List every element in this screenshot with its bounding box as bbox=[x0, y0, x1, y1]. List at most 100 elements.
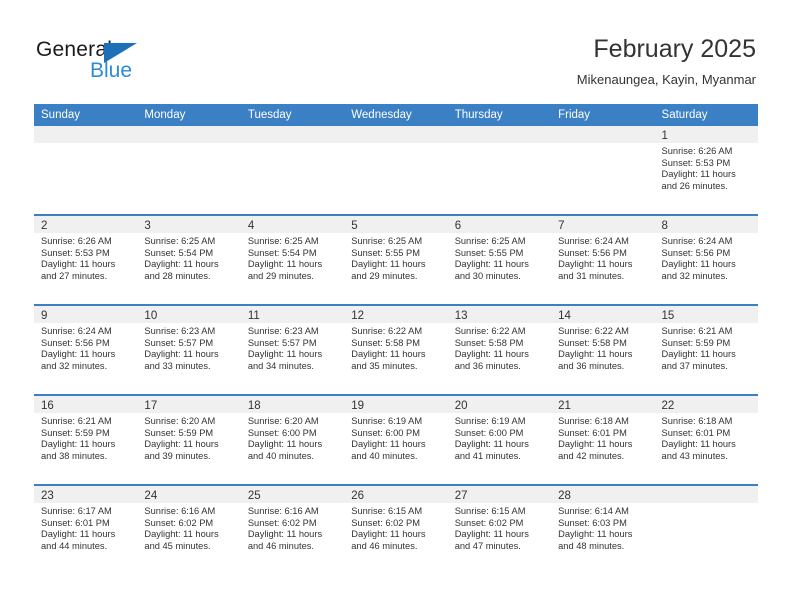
calendar-day-cell[interactable]: 9 Sunrise: 6:24 AM Sunset: 5:56 PM Daylight… bbox=[34, 306, 138, 394]
day-number-band bbox=[654, 486, 758, 503]
sunset-text: Sunset: 5:59 PM bbox=[41, 427, 110, 438]
calendar-day-cell-empty bbox=[137, 126, 241, 214]
calendar-day-cell[interactable]: 23 Sunrise: 6:17 AM Sunset: 6:01 PM Dayligh… bbox=[34, 486, 138, 574]
day-number-band: 13 bbox=[447, 306, 552, 323]
calendar-week-row: 16 Sunrise: 6:21 AM Sunset: 5:59 PM Dayligh… bbox=[34, 394, 758, 484]
calendar-day-cell[interactable]: 19 Sunrise: 6:19 AM Sunset: 6:00 PM Dayligh… bbox=[344, 396, 448, 484]
day-sun-info: Sunrise: 6:20 AM Sunset: 5:59 PM Daylight:… bbox=[137, 413, 240, 462]
weekday-header-row: Sunday Monday Tuesday Wednesday Thursday… bbox=[34, 104, 758, 126]
calendar-day-cell[interactable]: 10 Sunrise: 6:23 AM Sunset: 5:57 PM Dayligh… bbox=[137, 306, 241, 394]
calendar-day-cell[interactable]: 25 Sunrise: 6:16 AM Sunset: 6:02 PM Dayligh… bbox=[240, 486, 345, 574]
day-sun-info: Sunrise: 6:19 AM Sunset: 6:00 PM Daylight:… bbox=[448, 413, 551, 462]
day-number: 26 bbox=[351, 490, 365, 502]
daylight-text: Daylight: 11 hours and 31 minutes. bbox=[558, 259, 633, 281]
daylight-text: Daylight: 11 hours and 44 minutes. bbox=[41, 529, 116, 551]
calendar-day-cell[interactable]: 27 Sunrise: 6:15 AM Sunset: 6:02 PM Dayligh… bbox=[447, 486, 552, 574]
calendar-day-cell[interactable]: 8 Sunrise: 6:24 AM Sunset: 5:56 PM Daylight… bbox=[654, 216, 758, 304]
daylight-text: Daylight: 11 hours and 37 minutes. bbox=[661, 349, 736, 371]
day-sun-info: Sunrise: 6:23 AM Sunset: 5:57 PM Daylight:… bbox=[137, 323, 240, 372]
sunset-text: Sunset: 5:57 PM bbox=[247, 337, 317, 348]
sunset-text: Sunset: 5:54 PM bbox=[247, 247, 317, 258]
sunrise-text: Sunrise: 6:14 AM bbox=[558, 506, 629, 516]
day-number-band bbox=[240, 126, 345, 143]
day-number-band bbox=[34, 126, 138, 143]
day-sun-info: Sunrise: 6:24 AM Sunset: 5:56 PM Daylight:… bbox=[551, 233, 654, 282]
calendar-day-cell[interactable]: 20 Sunrise: 6:19 AM Sunset: 6:00 PM Dayligh… bbox=[447, 396, 552, 484]
calendar-day-cell-empty bbox=[447, 126, 552, 214]
daylight-text: Daylight: 11 hours and 41 minutes. bbox=[454, 439, 529, 461]
daylight-text: Daylight: 11 hours and 43 minutes. bbox=[661, 439, 736, 461]
day-number: 28 bbox=[558, 490, 571, 502]
sunset-text: Sunset: 6:02 PM bbox=[351, 517, 420, 528]
calendar-day-cell[interactable]: 28 Sunrise: 6:14 AM Sunset: 6:03 PM Dayligh… bbox=[551, 486, 655, 574]
sunset-text: Sunset: 6:01 PM bbox=[558, 427, 627, 438]
calendar-day-cell[interactable]: 13 Sunrise: 6:22 AM Sunset: 5:58 PM Dayligh… bbox=[447, 306, 552, 394]
day-sun-info: Sunrise: 6:25 AM Sunset: 5:55 PM Daylight:… bbox=[344, 233, 447, 282]
day-sun-info: Sunrise: 6:16 AM Sunset: 6:02 PM Daylight:… bbox=[241, 503, 344, 552]
daylight-text: Daylight: 11 hours and 45 minutes. bbox=[144, 529, 219, 551]
daylight-text: Daylight: 11 hours and 38 minutes. bbox=[41, 439, 116, 461]
sunrise-text: Sunrise: 6:26 AM bbox=[661, 146, 733, 156]
daylight-text: Daylight: 11 hours and 39 minutes. bbox=[144, 439, 219, 461]
day-number: 4 bbox=[247, 220, 255, 232]
calendar-day-cell[interactable]: 18 Sunrise: 6:20 AM Sunset: 6:00 PM Dayligh… bbox=[240, 396, 345, 484]
daylight-text: Daylight: 11 hours and 46 minutes. bbox=[351, 529, 426, 551]
sunrise-text: Sunrise: 6:20 AM bbox=[144, 416, 216, 426]
weekday-header-thursday: Thursday bbox=[454, 109, 503, 121]
title-block: February 2025 Mikenaungea, Kayin, Myanma… bbox=[577, 34, 756, 90]
sunset-text: Sunset: 5:59 PM bbox=[661, 337, 731, 348]
calendar-day-cell[interactable]: 6 Sunrise: 6:25 AM Sunset: 5:55 PM Daylight… bbox=[447, 216, 552, 304]
day-number-band: 12 bbox=[344, 306, 448, 323]
sunset-text: Sunset: 5:55 PM bbox=[454, 247, 524, 258]
day-number-band: 3 bbox=[137, 216, 241, 233]
day-number-band: 4 bbox=[240, 216, 345, 233]
calendar-day-cell[interactable]: 22 Sunrise: 6:18 AM Sunset: 6:01 PM Dayligh… bbox=[654, 396, 758, 484]
day-number: 21 bbox=[558, 400, 571, 412]
daylight-text: Daylight: 11 hours and 40 minutes. bbox=[247, 439, 323, 461]
day-number: 27 bbox=[454, 490, 468, 502]
sunset-text: Sunset: 5:53 PM bbox=[661, 157, 731, 168]
day-sun-info: Sunrise: 6:22 AM Sunset: 5:58 PM Daylight:… bbox=[551, 323, 654, 372]
day-sun-info: Sunrise: 6:21 AM Sunset: 5:59 PM Daylight:… bbox=[655, 323, 758, 372]
day-number-band bbox=[447, 126, 552, 143]
calendar-day-cell[interactable]: 21 Sunrise: 6:18 AM Sunset: 6:01 PM Dayligh… bbox=[551, 396, 655, 484]
calendar-day-cell[interactable]: 4 Sunrise: 6:25 AM Sunset: 5:54 PM Daylight… bbox=[240, 216, 345, 304]
daylight-text: Daylight: 11 hours and 27 minutes. bbox=[41, 259, 116, 281]
calendar-day-cell[interactable]: 15 Sunrise: 6:21 AM Sunset: 5:59 PM Dayligh… bbox=[654, 306, 758, 394]
sunrise-text: Sunrise: 6:24 AM bbox=[558, 236, 629, 246]
calendar-day-cell[interactable]: 2 Sunrise: 6:26 AM Sunset: 5:53 PM Daylight… bbox=[34, 216, 138, 304]
calendar-day-cell[interactable]: 5 Sunrise: 6:25 AM Sunset: 5:55 PM Daylight… bbox=[344, 216, 448, 304]
day-sun-info: Sunrise: 6:25 AM Sunset: 5:54 PM Daylight:… bbox=[241, 233, 344, 282]
calendar-day-cell-empty bbox=[240, 126, 345, 214]
sunset-text: Sunset: 6:01 PM bbox=[661, 427, 731, 438]
calendar-day-cell[interactable]: 1 Sunrise: 6:26 AM Sunset: 5:53 PM Daylight… bbox=[654, 126, 758, 214]
calendar-day-cell[interactable]: 14 Sunrise: 6:22 AM Sunset: 5:58 PM Dayligh… bbox=[551, 306, 655, 394]
day-number: 22 bbox=[661, 400, 675, 412]
day-number-band: 23 bbox=[34, 486, 138, 503]
sunrise-text: Sunrise: 6:22 AM bbox=[454, 326, 526, 336]
day-number: 6 bbox=[454, 220, 462, 232]
sunset-text: Sunset: 5:56 PM bbox=[661, 247, 731, 258]
sunrise-text: Sunrise: 6:24 AM bbox=[41, 326, 112, 336]
calendar-day-cell[interactable]: 11 Sunrise: 6:23 AM Sunset: 5:57 PM Dayligh… bbox=[240, 306, 345, 394]
calendar-day-cell[interactable]: 16 Sunrise: 6:21 AM Sunset: 5:59 PM Dayligh… bbox=[34, 396, 138, 484]
calendar-day-cell[interactable]: 26 Sunrise: 6:15 AM Sunset: 6:02 PM Dayligh… bbox=[344, 486, 448, 574]
day-number-band: 10 bbox=[137, 306, 241, 323]
calendar-day-cell[interactable]: 7 Sunrise: 6:24 AM Sunset: 5:56 PM Daylight… bbox=[551, 216, 655, 304]
day-number-band: 28 bbox=[551, 486, 655, 503]
calendar-day-cell[interactable]: 12 Sunrise: 6:22 AM Sunset: 5:58 PM Dayligh… bbox=[344, 306, 448, 394]
calendar-day-cell[interactable]: 3 Sunrise: 6:25 AM Sunset: 5:54 PM Daylight… bbox=[137, 216, 241, 304]
sunrise-text: Sunrise: 6:25 AM bbox=[247, 236, 319, 246]
calendar-week-row: 2 Sunrise: 6:26 AM Sunset: 5:53 PM Daylight… bbox=[34, 214, 758, 304]
sunrise-text: Sunrise: 6:23 AM bbox=[247, 326, 319, 336]
page-subtitle: Mikenaungea, Kayin, Myanmar bbox=[576, 72, 756, 87]
sunrise-text: Sunrise: 6:18 AM bbox=[661, 416, 733, 426]
calendar-day-cell[interactable]: 17 Sunrise: 6:20 AM Sunset: 5:59 PM Dayligh… bbox=[137, 396, 241, 484]
day-sun-info: Sunrise: 6:26 AM Sunset: 5:53 PM Daylight:… bbox=[655, 143, 758, 192]
sunset-text: Sunset: 5:53 PM bbox=[41, 247, 110, 258]
general-blue-logo[interactable]: General Blue bbox=[36, 38, 176, 86]
weekday-header-wednesday: Wednesday bbox=[351, 109, 412, 121]
day-sun-info: Sunrise: 6:24 AM Sunset: 5:56 PM Daylight:… bbox=[655, 233, 758, 282]
calendar-day-cell[interactable]: 24 Sunrise: 6:16 AM Sunset: 6:02 PM Dayligh… bbox=[137, 486, 241, 574]
day-number-band: 6 bbox=[447, 216, 552, 233]
